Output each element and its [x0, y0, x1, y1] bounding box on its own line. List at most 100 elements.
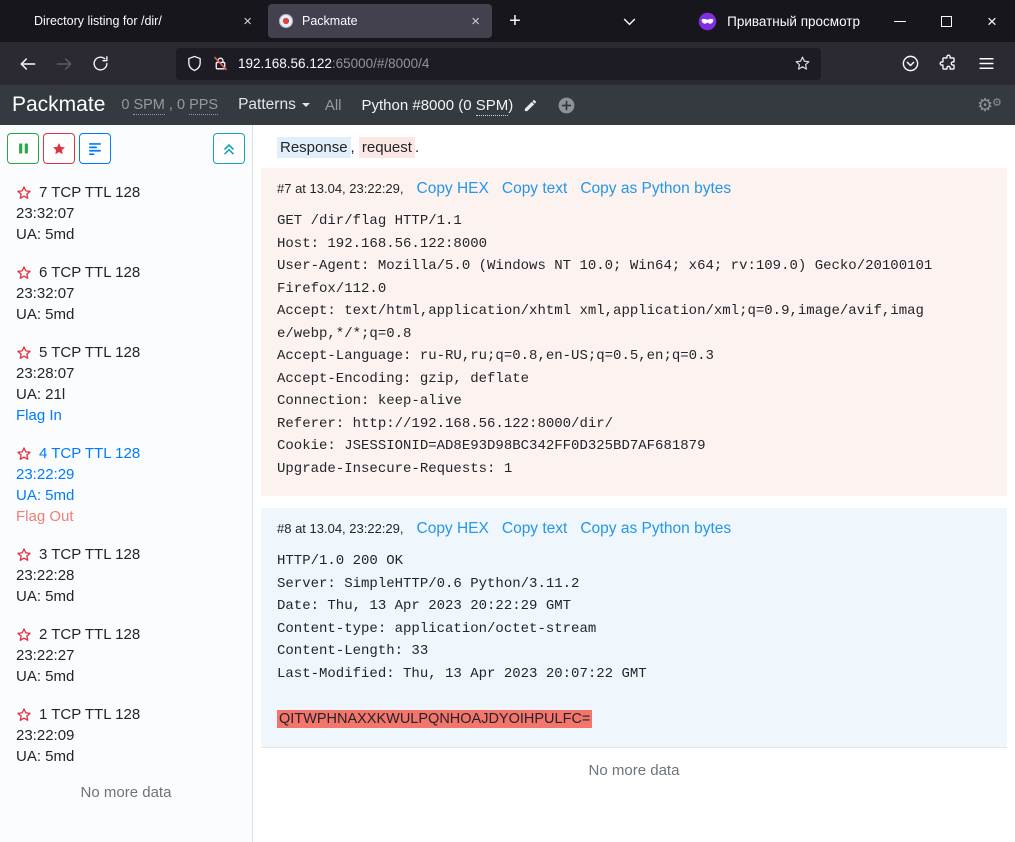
packet-block-request-7: #7 at 13.04, 23:22:29, Copy HEX Copy tex…	[261, 168, 1007, 496]
forward-button[interactable]	[48, 48, 80, 80]
filter-all-link[interactable]: All	[325, 97, 342, 114]
favorite-star-icon[interactable]	[16, 627, 32, 643]
spm-stat: SPM	[133, 97, 164, 115]
list-view-button[interactable]	[79, 133, 111, 164]
tab-directory-listing[interactable]: Directory listing for /dir/ ×	[24, 4, 264, 38]
stream-item-7[interactable]: 7 TCP TTL 128 23:32:07 UA: 5md	[16, 182, 236, 245]
main-no-more-data: No more data	[261, 762, 1007, 779]
pause-capture-button[interactable]	[7, 133, 39, 164]
caret-down-icon	[302, 103, 310, 107]
private-browsing-label: Приватный просмотр	[727, 14, 860, 29]
stream-item-6[interactable]: 6 TCP TTL 128 23:32:07 UA: 5md	[16, 262, 236, 325]
http-response-content: HTTP/1.0 200 OK Server: SimpleHTTP/0.6 P…	[277, 550, 932, 731]
favorite-star-icon[interactable]	[16, 345, 32, 361]
stream-user-agent: UA: 5md	[16, 586, 236, 607]
favorite-star-icon[interactable]	[16, 185, 32, 201]
packet-label: #7 at 13.04, 23:22:29,	[277, 181, 404, 196]
url-path: :65000/#/8000/4	[332, 56, 430, 71]
collapse-sidebar-button[interactable]	[213, 133, 245, 164]
stream-user-agent: UA: 5md	[16, 224, 236, 245]
favorites-filter-button[interactable]	[43, 133, 75, 164]
add-service-plus-icon[interactable]	[557, 96, 576, 115]
insecure-lock-icon[interactable]	[212, 55, 229, 72]
stream-user-agent: UA: 5md	[16, 304, 236, 325]
flag-out-badge[interactable]: Flag Out	[16, 506, 236, 527]
url-bar[interactable]: 192.168.56.122:65000/#/8000/4	[176, 48, 821, 80]
stream-item-4-selected[interactable]: 4 TCP TTL 128 23:22:29 UA: 5md Flag Out	[16, 443, 236, 527]
list-tabs-chevron-icon[interactable]	[614, 6, 644, 36]
stream-list: 7 TCP TTL 128 23:32:07 UA: 5md 6 TCP TTL…	[0, 164, 252, 842]
stream-item-3[interactable]: 3 TCP TTL 128 23:22:28 UA: 5md	[16, 544, 236, 607]
browser-tab-bar: Directory listing for /dir/ × Packmate ×…	[0, 0, 1015, 42]
stream-item-2[interactable]: 2 TCP TTL 128 23:22:27 UA: 5md	[16, 624, 236, 687]
copy-hex-link[interactable]: Copy HEX	[417, 180, 489, 198]
stream-item-1[interactable]: 1 TCP TTL 128 23:22:09 UA: 5md	[16, 704, 236, 767]
packet-label: #8 at 13.04, 23:22:29,	[277, 521, 404, 536]
copy-hex-link[interactable]: Copy HEX	[417, 520, 489, 538]
url-text[interactable]: 192.168.56.122:65000/#/8000/4	[238, 56, 429, 71]
stream-user-agent: UA: 5md	[16, 746, 236, 767]
legend-request: request	[359, 137, 415, 158]
sidebar-no-more-data: No more data	[16, 784, 236, 801]
tab-packmate[interactable]: Packmate ×	[268, 4, 492, 38]
stream-user-agent: UA: 21l	[16, 384, 236, 405]
tab-close-icon[interactable]: ×	[469, 13, 482, 30]
tab-title: Packmate	[302, 14, 461, 28]
tab-close-icon[interactable]: ×	[241, 13, 254, 30]
copy-python-bytes-link[interactable]: Copy as Python bytes	[580, 520, 731, 538]
private-mask-icon	[697, 11, 718, 32]
stream-item-5[interactable]: 5 TCP TTL 128 23:28:07 UA: 21l Flag In	[16, 342, 236, 426]
packmate-header: Packmate 0 SPM , 0 PPS Patterns All Pyth…	[0, 85, 1015, 125]
favorite-star-icon[interactable]	[16, 446, 32, 462]
stream-time: 23:22:27	[16, 645, 236, 666]
tab-title: Directory listing for /dir/	[34, 14, 233, 28]
menu-hamburger-icon[interactable]	[970, 48, 1002, 80]
http-request-content: GET /dir/flag HTTP/1.1 Host: 192.168.56.…	[277, 210, 932, 480]
stream-sidebar: 7 TCP TTL 128 23:32:07 UA: 5md 6 TCP TTL…	[0, 125, 253, 842]
flag-in-badge[interactable]: Flag In	[16, 405, 236, 426]
stream-title: 1 TCP TTL 128	[39, 704, 140, 725]
brand-title: Packmate	[12, 93, 105, 117]
stream-time: 23:32:07	[16, 283, 236, 304]
flag-pattern-highlight: QITWPHNAXXKWULPQNHOAJDYOIHPULFC=	[277, 710, 592, 728]
edit-service-pencil-icon[interactable]	[523, 98, 538, 113]
packet-detail-pane: Response, request. #7 at 13.04, 23:22:29…	[253, 125, 1015, 842]
copy-text-link[interactable]: Copy text	[502, 180, 567, 198]
reload-button[interactable]	[84, 48, 116, 80]
window-maximize-button[interactable]	[923, 0, 969, 42]
window-close-button[interactable]: ×	[969, 0, 1015, 42]
content-area: 7 TCP TTL 128 23:32:07 UA: 5md 6 TCP TTL…	[0, 125, 1015, 842]
favorite-star-icon[interactable]	[16, 707, 32, 723]
copy-python-bytes-link[interactable]: Copy as Python bytes	[580, 180, 731, 198]
packet-block-response-8: #8 at 13.04, 23:22:29, Copy HEX Copy tex…	[261, 508, 1007, 748]
bookmark-star-icon[interactable]	[794, 55, 811, 72]
url-host: 192.168.56.122	[238, 56, 332, 71]
window-controls: ×	[877, 0, 1015, 42]
sidebar-toolbar	[0, 133, 252, 164]
legend-response: Response	[277, 137, 351, 158]
shield-icon[interactable]	[186, 55, 203, 72]
browser-toolbar: 192.168.56.122:65000/#/8000/4	[0, 42, 1015, 85]
stream-time: 23:32:07	[16, 203, 236, 224]
stream-time: 23:22:09	[16, 725, 236, 746]
stream-title: 2 TCP TTL 128	[39, 624, 140, 645]
stream-title: 3 TCP TTL 128	[39, 544, 140, 565]
new-tab-button[interactable]: +	[500, 6, 530, 36]
favorite-star-icon[interactable]	[16, 547, 32, 563]
stream-title: 5 TCP TTL 128	[39, 342, 140, 363]
copy-text-link[interactable]: Copy text	[502, 520, 567, 538]
window-minimize-button[interactable]	[877, 0, 923, 42]
stream-time: 23:22:29	[16, 464, 236, 485]
extensions-puzzle-icon[interactable]	[932, 48, 964, 80]
packmate-favicon	[278, 13, 294, 29]
pocket-icon[interactable]	[894, 48, 926, 80]
service-tab-python-8000[interactable]: Python #8000 (0 SPM)	[362, 97, 514, 114]
back-button[interactable]	[12, 48, 44, 80]
settings-gears-icon[interactable]: ⚙⚙	[977, 93, 1003, 117]
stream-title: 6 TCP TTL 128	[39, 262, 140, 283]
stream-title: 7 TCP TTL 128	[39, 182, 140, 203]
patterns-dropdown[interactable]: Patterns	[238, 96, 310, 114]
traffic-stats: 0 SPM , 0 PPS	[121, 97, 218, 113]
favorite-star-icon[interactable]	[16, 265, 32, 281]
private-browsing-badge: Приватный просмотр	[697, 11, 860, 32]
